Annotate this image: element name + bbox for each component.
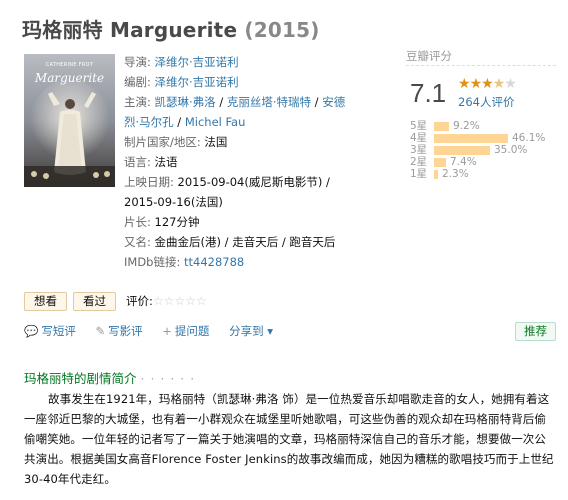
poster-title: Marguerite — [34, 71, 104, 85]
imdb-label: IMDb链接: — [124, 255, 181, 269]
cast-sep: / — [173, 115, 185, 129]
rating-bar-row: 5星 9.2% — [410, 120, 560, 132]
rating-bar-row: 1星 2.3% — [410, 168, 560, 180]
director-row: 导演: 泽维尔·吉亚诺利 — [124, 52, 352, 72]
rating-box: 豆瓣评分 7.1 ★★★★★ 264人评价 5星 9.2% 4星 46.1% 3… — [406, 48, 556, 180]
rating-bar — [434, 158, 446, 167]
runtime-value: 127分钟 — [154, 215, 200, 229]
page-title: 玛格丽特 Marguerite (2015) — [22, 14, 320, 43]
language-label: 语言: — [124, 155, 151, 169]
star-icon: ★ — [469, 76, 483, 92]
rate-label: 评价: — [126, 294, 153, 308]
rating-bar-label: 2星 — [410, 156, 428, 168]
rating-bar — [434, 134, 508, 143]
rating-bar-row: 4星 46.1% — [410, 132, 560, 144]
tool-bar: 💬 写短评 ✎ 写影评 + 提问题 分享到 ▾ 推荐 — [24, 322, 556, 342]
rating-bar-label: 5星 — [410, 120, 428, 132]
aka-row: 又名: 金曲金后(港) / 走音天后 / 跑音天后 — [124, 232, 352, 252]
pencil-icon: ✎ — [95, 324, 106, 338]
runtime-row: 片长: 127分钟 — [124, 212, 352, 232]
writer-link[interactable]: 泽维尔·吉亚诺利 — [155, 75, 239, 89]
rating-stars: ★★★★★ — [458, 76, 517, 92]
aka-value: 金曲金后(港) / 走音天后 / 跑音天后 — [154, 235, 336, 249]
poster-credit: CATHERINE FROT — [46, 62, 94, 68]
chevron-down-icon: ▾ — [267, 324, 274, 338]
summary-heading: 玛格丽特的剧情简介 · · · · · · — [24, 368, 195, 387]
rating-bar — [434, 122, 449, 131]
action-bar: 想看 看过 评价:☆☆☆☆☆ — [24, 292, 207, 312]
cast-link[interactable]: Michel Fau — [185, 115, 246, 129]
watched-button[interactable]: 看过 — [73, 292, 116, 311]
rating-bar — [434, 146, 490, 155]
rating-bar-pct: 9.2% — [453, 120, 480, 132]
writer-row: 编剧: 泽维尔·吉亚诺利 — [124, 72, 352, 92]
release-label: 上映日期: — [124, 175, 174, 189]
country-label: 制片国家/地区: — [124, 135, 201, 149]
rating-distribution: 5星 9.2% 4星 46.1% 3星 35.0% 2星 7.4% 1星 2.3… — [410, 120, 560, 180]
release-row: 上映日期: 2015-09-04(威尼斯电影节) / 2015-09-16(法国… — [124, 172, 352, 212]
cast-link[interactable]: 凯瑟琳·弗洛 — [155, 95, 216, 109]
want-to-watch-button[interactable]: 想看 — [24, 292, 67, 311]
rating-bar-label: 1星 — [410, 168, 428, 180]
rating-bar-row: 3星 35.0% — [410, 144, 560, 156]
rating-bar-pct: 2.3% — [442, 168, 469, 180]
language-row: 语言: 法语 — [124, 152, 352, 172]
director-link[interactable]: 泽维尔·吉亚诺利 — [155, 55, 239, 69]
country-value: 法国 — [204, 135, 228, 149]
ask-question-label: 提问题 — [174, 324, 210, 338]
star-icon: ★ — [458, 76, 471, 92]
imdb-link[interactable]: tt4428788 — [184, 255, 244, 269]
star-half-icon: ★ — [492, 76, 506, 92]
cast-sep: / — [311, 95, 323, 109]
share-dropdown[interactable]: 分享到 ▾ — [229, 322, 273, 340]
rating-bar-pct: 35.0% — [494, 144, 528, 156]
title-year: (2015) — [244, 18, 320, 42]
rating-bar-row: 2星 7.4% — [410, 156, 560, 168]
imdb-row: IMDb链接: tt4428788 — [124, 252, 352, 272]
aka-label: 又名: — [124, 235, 151, 249]
writer-label: 编剧: — [124, 75, 151, 89]
share-label: 分享到 — [229, 324, 264, 338]
rate-stars-input[interactable]: ☆☆☆☆☆ — [153, 292, 207, 311]
cast-row: 主演: 凯瑟琳·弗洛 / 克丽丝塔·特瑞特 / 安德烈·马尔孔 / Michel… — [124, 92, 352, 132]
runtime-label: 片长: — [124, 215, 151, 229]
title-cn: 玛格丽特 — [22, 18, 103, 42]
title-en: Marguerite — [109, 18, 238, 42]
ask-question-link[interactable]: + 提问题 — [162, 322, 209, 340]
star-empty-icon: ★ — [504, 76, 517, 92]
movie-info: 导演: 泽维尔·吉亚诺利 编剧: 泽维尔·吉亚诺利 主演: 凯瑟琳·弗洛 / 克… — [124, 52, 352, 272]
votes-link[interactable]: 264人评价 — [458, 94, 514, 110]
rating-bar-pct: 7.4% — [450, 156, 477, 168]
comment-icon: 💬 — [24, 324, 39, 338]
write-short-review-label: 写短评 — [41, 324, 76, 338]
rating-bar-pct: 46.1% — [512, 132, 546, 144]
cast-sep: / — [215, 95, 227, 109]
rating-score: 7.1 — [410, 78, 447, 108]
star-icon: ★ — [481, 76, 494, 92]
write-review-link[interactable]: ✎ 写影评 — [95, 322, 142, 340]
director-label: 导演: — [124, 55, 151, 69]
rating-bar-label: 3星 — [410, 144, 428, 156]
rating-header: 豆瓣评分 — [406, 48, 556, 66]
recommend-button[interactable]: 推荐 — [515, 322, 556, 341]
country-row: 制片国家/地区: 法国 — [124, 132, 352, 152]
summary-dots: · · · · · · — [140, 371, 196, 386]
rating-bar-label: 4星 — [410, 132, 428, 144]
plus-icon: + — [162, 324, 172, 338]
summary-title: 玛格丽特的剧情简介 — [24, 371, 137, 386]
cast-label: 主演: — [124, 95, 151, 109]
poster-image: CATHERINE FROT Marguerite — [24, 54, 115, 187]
write-short-review-link[interactable]: 💬 写短评 — [24, 322, 76, 340]
rating-bar — [434, 170, 438, 179]
language-value: 法语 — [154, 155, 178, 169]
movie-poster[interactable]: CATHERINE FROT Marguerite — [24, 54, 115, 187]
summary-text: 故事发生在1921年，玛格丽特（凯瑟琳·弗洛 饰）是一位热爱音乐却唱歌走音的女人… — [24, 392, 554, 486]
write-review-label: 写影评 — [108, 324, 143, 338]
cast-link[interactable]: 克丽丝塔·特瑞特 — [227, 95, 311, 109]
